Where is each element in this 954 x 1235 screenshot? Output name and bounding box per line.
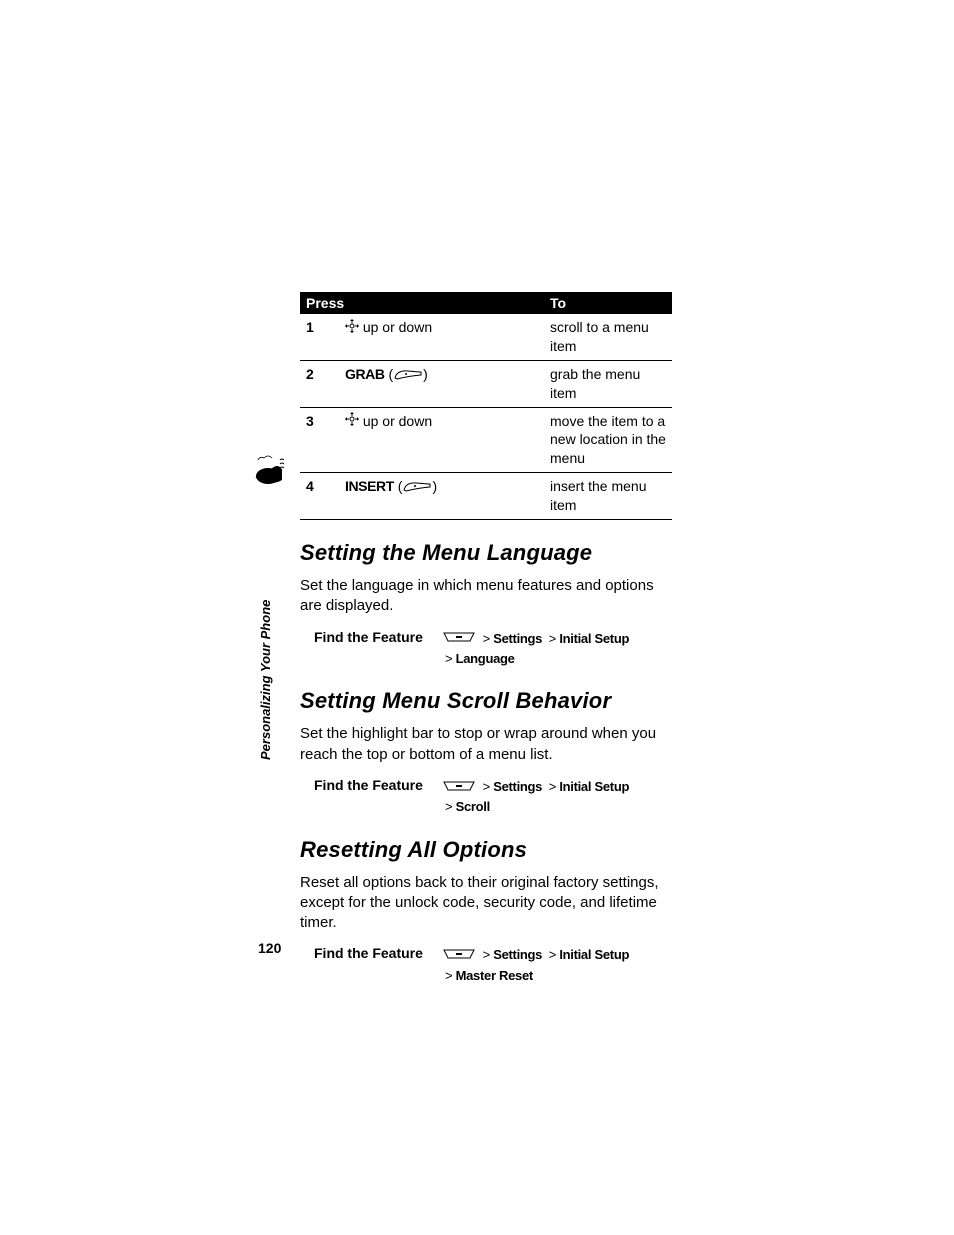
margin-icon — [252, 450, 292, 495]
table-row: 2 GRAB () grab the menu item — [300, 360, 672, 407]
section-body: Set the language in which menu features … — [300, 576, 672, 617]
side-chapter-label: Personalizing Your Phone — [258, 600, 273, 760]
find-feature-row: Find the Feature >Settings >Initial Setu… — [300, 945, 672, 985]
to-cell: grab the menu item — [544, 360, 672, 407]
softkey-icon — [402, 478, 432, 497]
menu-key-icon — [442, 778, 476, 798]
path-seg: Language — [456, 651, 515, 666]
to-cell: scroll to a menu item — [544, 314, 672, 360]
find-feature-row: Find the Feature >Settings >Initial Setu… — [300, 629, 672, 669]
paren-close: ) — [432, 478, 437, 494]
nav-key-icon — [345, 319, 359, 338]
step-number: 4 — [300, 473, 339, 520]
press-cell: up or down — [339, 407, 544, 473]
press-cell: GRAB () — [339, 360, 544, 407]
gt-icon: > — [483, 947, 491, 962]
gt-icon: > — [549, 947, 557, 962]
find-feature-path: >Settings >Initial Setup >Master Reset — [442, 945, 672, 985]
nav-key-icon — [345, 412, 359, 431]
path-seg: Settings — [493, 947, 542, 962]
col-to: To — [544, 292, 672, 314]
press-cell: up or down — [339, 314, 544, 360]
press-bold: GRAB — [345, 366, 385, 382]
path-seg: Initial Setup — [559, 947, 629, 962]
path-seg: Initial Setup — [559, 631, 629, 646]
table-row: 3 up or down move the item to a new loca… — [300, 407, 672, 473]
col-press: Press — [300, 292, 544, 314]
softkey-icon — [393, 366, 423, 385]
find-feature-label: Find the Feature — [300, 777, 442, 817]
step-number: 2 — [300, 360, 339, 407]
section-body: Set the highlight bar to stop or wrap ar… — [300, 724, 672, 765]
gt-icon: > — [549, 779, 557, 794]
to-cell: move the item to a new location in the m… — [544, 407, 672, 473]
step-number: 1 — [300, 314, 339, 360]
table-row: 4 INSERT () insert the menu item — [300, 473, 672, 520]
find-feature-label: Find the Feature — [300, 629, 442, 669]
to-cell: insert the menu item — [544, 473, 672, 520]
section-heading: Setting Menu Scroll Behavior — [300, 688, 672, 714]
section-body: Reset all options back to their original… — [300, 873, 672, 934]
gt-icon: > — [445, 651, 453, 666]
menu-key-icon — [442, 629, 476, 649]
press-bold: INSERT — [345, 478, 394, 494]
path-seg: Settings — [493, 631, 542, 646]
table-row: 1 up or down scroll to a menu item — [300, 314, 672, 360]
find-feature-path: >Settings >Initial Setup >Language — [442, 629, 672, 669]
paren-close: ) — [423, 366, 428, 382]
find-feature-row: Find the Feature >Settings >Initial Setu… — [300, 777, 672, 817]
step-number: 3 — [300, 407, 339, 473]
section-heading: Setting the Menu Language — [300, 540, 672, 566]
find-feature-label: Find the Feature — [300, 945, 442, 985]
path-seg: Scroll — [456, 799, 490, 814]
gt-icon: > — [483, 631, 491, 646]
page-number: 120 — [258, 940, 281, 956]
find-feature-path: >Settings >Initial Setup >Scroll — [442, 777, 672, 817]
gt-icon: > — [445, 799, 453, 814]
gt-icon: > — [483, 779, 491, 794]
path-seg: Master Reset — [456, 968, 533, 983]
menu-key-icon — [442, 946, 476, 966]
steps-table: Press To 1 up or down scroll to a menu i… — [300, 292, 672, 520]
press-text: up or down — [363, 413, 432, 429]
path-seg: Settings — [493, 779, 542, 794]
press-text: up or down — [363, 319, 432, 335]
press-cell: INSERT () — [339, 473, 544, 520]
page-content: Press To 1 up or down scroll to a menu i… — [300, 292, 672, 999]
path-seg: Initial Setup — [559, 779, 629, 794]
gt-icon: > — [549, 631, 557, 646]
section-heading: Resetting All Options — [300, 837, 672, 863]
gt-icon: > — [445, 968, 453, 983]
